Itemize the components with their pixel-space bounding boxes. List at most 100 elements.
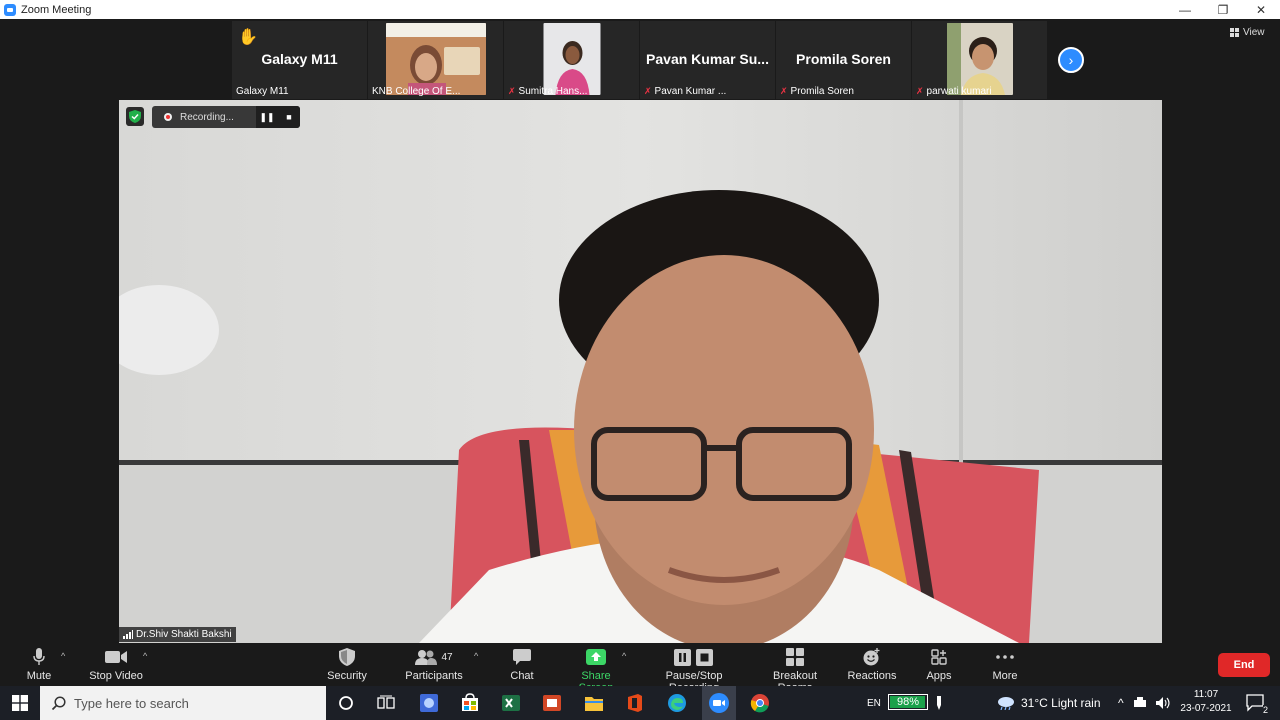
stop-video-button[interactable]: Stop Video (88, 647, 144, 682)
cortana-button[interactable] (334, 691, 358, 715)
taskbar-app-chrome[interactable] (748, 691, 772, 715)
video-camera-icon (105, 651, 127, 663)
taskbar-app-zoom[interactable] (702, 686, 736, 720)
weather-widget[interactable]: 31°C Light rain (997, 686, 1101, 720)
grid-icon (1230, 28, 1239, 37)
participant-display-name: Promila Soren (796, 51, 891, 67)
network-icon[interactable] (1133, 697, 1147, 709)
reactions-button[interactable]: Reactions (848, 647, 896, 682)
title-bar: Zoom Meeting — ❐ ✕ (0, 0, 1280, 19)
taskbar-app-presentation[interactable] (540, 691, 564, 715)
participants-options-caret[interactable]: ^ (474, 651, 478, 661)
office-app-icon (628, 694, 642, 712)
excel-app-icon (502, 695, 520, 711)
restore-button[interactable]: ❐ (1204, 0, 1242, 19)
muted-mic-icon: ✗ (916, 86, 924, 96)
task-view-button[interactable] (374, 691, 398, 715)
zoom-app-icon (709, 693, 729, 713)
taskbar-app-store[interactable] (458, 691, 482, 715)
keyboard-language[interactable]: EN (867, 686, 881, 720)
participant-display-name: Galaxy M11 (261, 51, 338, 67)
chat-button[interactable]: Chat (508, 647, 536, 682)
cortana-icon (339, 696, 353, 710)
mute-button[interactable]: Mute (24, 647, 54, 682)
smiley-icon (863, 648, 880, 666)
participant-label: ✗ Sumitra Hans... (508, 86, 588, 97)
search-placeholder: Type here to search (74, 695, 189, 711)
recording-dot-icon (164, 113, 172, 121)
taskbar-app-photos[interactable] (417, 691, 441, 715)
photos-app-icon (420, 694, 438, 712)
recording-status: Recording... (180, 111, 234, 123)
participant-video-thumbnail (946, 23, 1013, 95)
participant-tile[interactable]: Promila Soren ✗ Promila Soren (776, 21, 911, 99)
security-button[interactable]: Security (326, 647, 368, 682)
show-hidden-icons-caret[interactable]: ^ (1118, 696, 1124, 710)
windows-taskbar: Type here to search EN 98% 31°C Light ra… (0, 686, 1280, 720)
recording-controls: ❚❚ ■ (256, 106, 300, 128)
signal-bars-icon (123, 630, 133, 639)
audio-options-caret[interactable]: ^ (61, 651, 65, 661)
participant-label: ✗ Pavan Kumar ... (644, 86, 727, 97)
taskbar-app-edge[interactable] (665, 691, 689, 715)
muted-mic-icon: ✗ (508, 86, 516, 96)
security-shield-icon[interactable] (126, 107, 144, 126)
task-view-icon (377, 695, 395, 709)
taskbar-search[interactable]: Type here to search (40, 686, 326, 720)
participant-tile[interactable]: ✗ parwati kumari (912, 21, 1047, 99)
window-title: Zoom Meeting (21, 3, 92, 16)
presentation-app-icon (543, 695, 561, 711)
taskbar-app-file-explorer[interactable] (582, 691, 606, 715)
taskbar-app-excel[interactable] (499, 691, 523, 715)
start-button[interactable] (0, 686, 40, 720)
system-clock[interactable]: 11:07 23-07-2021 (1176, 688, 1236, 716)
participant-tile[interactable]: Pavan Kumar Su... ✗ Pavan Kumar ... (640, 21, 775, 99)
end-meeting-button[interactable]: End (1218, 653, 1270, 677)
pen-icon[interactable] (935, 686, 943, 720)
participant-tile[interactable]: ✗ Sumitra Hans... (504, 21, 639, 99)
zoom-app-icon (4, 3, 16, 16)
chevron-right-icon: › (1068, 52, 1074, 68)
view-button[interactable]: View (1230, 27, 1265, 38)
participant-tile[interactable]: KNB College Of E... (368, 21, 503, 99)
battery-percent: 98% (896, 696, 920, 708)
pause-stop-recording-icon (674, 648, 713, 666)
gallery-strip: ✋ Galaxy M11 Galaxy M11 KNB College Of E… (232, 21, 1048, 99)
shield-icon (339, 648, 355, 666)
active-speaker-video (119, 100, 1162, 643)
search-icon (52, 696, 66, 710)
apps-icon (931, 649, 947, 665)
more-dots-icon (996, 655, 1014, 659)
video-options-caret[interactable]: ^ (143, 651, 147, 661)
store-app-icon (462, 693, 478, 711)
rain-cloud-icon (998, 697, 1014, 710)
recording-indicator: Recording... ❚❚ ■ (152, 106, 300, 128)
speaker-video-frame (119, 100, 1162, 643)
speaker-volume-icon[interactable] (1155, 697, 1172, 709)
minimize-button[interactable]: — (1166, 0, 1204, 19)
taskbar-app-office[interactable] (623, 691, 647, 715)
next-page-button[interactable]: › (1058, 47, 1084, 73)
stop-recording-button[interactable]: ■ (278, 106, 300, 128)
participant-label: Galaxy M11 (236, 86, 289, 97)
battery-indicator[interactable]: 98% (888, 694, 928, 710)
meeting-toolbar: Mute ^ Stop Video ^ Security 47 Particip… (0, 643, 1280, 694)
participants-icon (415, 650, 438, 665)
muted-mic-icon: ✗ (644, 86, 652, 96)
participant-label: ✗ Promila Soren (780, 86, 854, 97)
more-button[interactable]: More (990, 647, 1020, 682)
breakout-rooms-icon (786, 648, 804, 666)
share-screen-icon (586, 649, 606, 665)
close-button[interactable]: ✕ (1242, 0, 1280, 19)
participant-label: KNB College Of E... (372, 86, 461, 97)
notification-center-button[interactable]: 2 (1244, 691, 1268, 715)
raised-hand-icon: ✋ (238, 29, 258, 46)
participant-count: 47 (441, 651, 453, 663)
apps-button[interactable]: Apps (926, 647, 952, 682)
participants-button[interactable]: 47 Participants (405, 647, 463, 682)
pause-recording-button[interactable]: ❚❚ (256, 106, 278, 128)
participant-tile[interactable]: ✋ Galaxy M11 Galaxy M11 (232, 21, 367, 99)
folder-icon (585, 697, 603, 711)
system-tray: ^ (1118, 686, 1172, 720)
share-options-caret[interactable]: ^ (622, 651, 626, 661)
